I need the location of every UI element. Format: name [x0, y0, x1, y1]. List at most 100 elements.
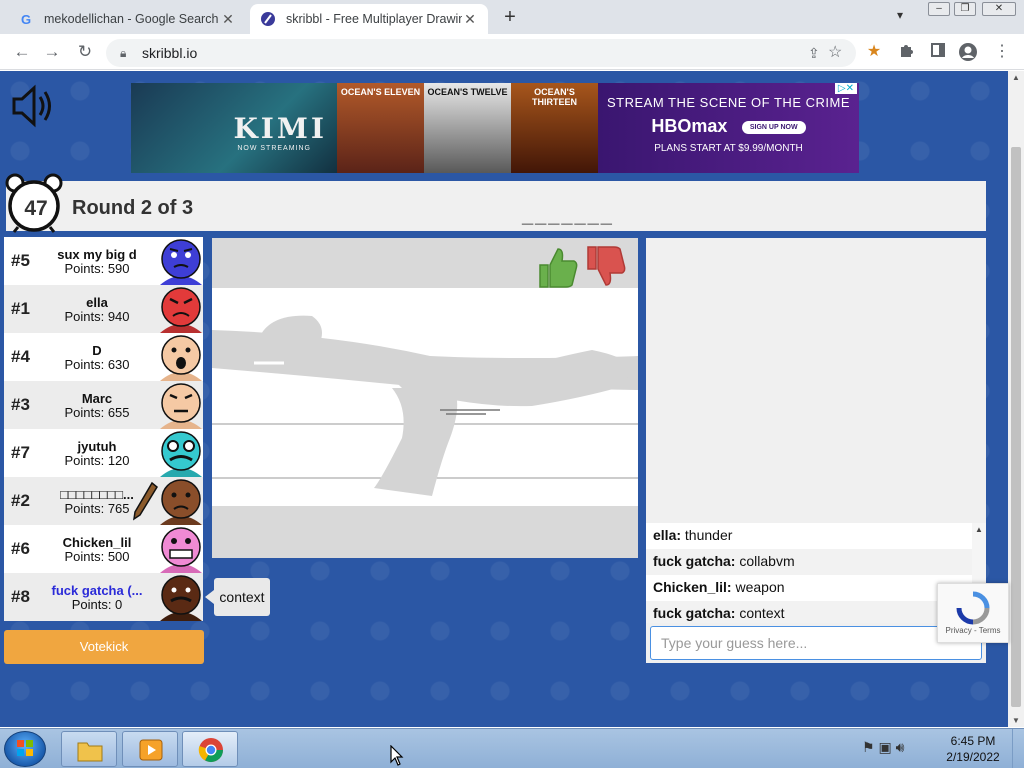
reload-icon[interactable]: ↻ [73, 40, 97, 64]
lock-icon[interactable]: 🔒︎ [120, 39, 126, 67]
chat-text: context [735, 605, 785, 621]
close-tab-icon[interactable]: ✕ [462, 11, 478, 28]
page-scroll-thumb[interactable] [1011, 147, 1021, 707]
volume-icon[interactable]: 🔊︎ [896, 739, 905, 755]
player-points: Points: 630 [64, 357, 130, 372]
player-row[interactable]: #1 ella Points: 940 [4, 285, 203, 333]
close-window-button[interactable]: ✕ [982, 2, 1016, 16]
share-icon[interactable]: ⇪ [808, 39, 820, 67]
recaptcha-icon [956, 591, 990, 625]
ad-signup-button[interactable]: SIGN UP NOW [741, 121, 806, 134]
tab-google-search[interactable]: G mekodellichan - Google Search ✕ [8, 4, 246, 34]
menu-kebab-icon[interactable]: ⋮ [992, 42, 1012, 62]
thumbs-down-icon[interactable] [584, 243, 628, 291]
tab-skribbl[interactable]: skribbl - Free Multiplayer Drawing ✕ [250, 4, 488, 34]
chat-username: fuck gatcha: [653, 553, 736, 569]
taskbar-media-player[interactable] [122, 731, 178, 767]
player-avatar [160, 239, 202, 285]
player-rank: #7 [11, 443, 30, 462]
bookmark-star-icon[interactable]: ☆ [828, 39, 842, 67]
minimize-window-button[interactable]: – [928, 2, 950, 16]
start-button[interactable] [4, 731, 46, 767]
ad-kimi-subtitle: NOW STREAMING [237, 145, 311, 152]
system-tray[interactable]: ⚑ ▣ 🔊︎ [862, 739, 904, 756]
chat-log[interactable]: ella: thunder fuck gatcha: collabvm Chic… [646, 523, 972, 623]
word-hint: _______ [522, 205, 614, 227]
back-icon[interactable]: ← [10, 40, 34, 64]
player-name: Chicken_lil [62, 535, 132, 550]
chat-message: Chicken_lil: weapon [646, 575, 972, 601]
taskbar-date[interactable]: 2/19/2022 [940, 750, 1006, 764]
ad-banner[interactable]: KIMI NOW STREAMING OCEAN'S ELEVEN OCEAN'… [131, 83, 859, 173]
profile-avatar-icon[interactable] [958, 42, 978, 62]
tab-title: mekodellichan - Google Search [44, 12, 219, 26]
player-rank: #1 [11, 299, 30, 318]
ad-kimi-panel: KIMI NOW STREAMING [131, 83, 337, 173]
chat-text: weapon [731, 579, 785, 595]
scroll-down-arrow-icon[interactable]: ▼ [1012, 716, 1020, 725]
player-points: Points: 120 [64, 453, 130, 468]
player-speech-bubble: context [214, 578, 270, 616]
player-row[interactable]: #6 Chicken_lil Points: 500 [4, 525, 203, 573]
new-tab-button[interactable]: + [500, 6, 520, 29]
scroll-up-arrow-icon[interactable]: ▲ [1012, 73, 1020, 82]
player-name: D [92, 343, 102, 358]
player-row[interactable]: #3 Marc Points: 655 [4, 381, 203, 429]
url-text: skribbl.io [142, 45, 198, 61]
chat-message: fuck gatcha: context [646, 601, 972, 623]
chat-text: collabvm [735, 553, 795, 569]
show-desktop-button[interactable] [1012, 729, 1024, 768]
ad-choices-icon[interactable]: ▷✕ [834, 83, 857, 94]
player-name: sux my big d [57, 247, 137, 262]
player-rank: #4 [11, 347, 30, 366]
taskbar-chrome[interactable] [182, 731, 238, 767]
extensions-puzzle-icon[interactable] [896, 42, 916, 62]
player-avatar [160, 287, 202, 333]
player-avatar [160, 479, 202, 525]
sound-icon[interactable] [10, 83, 56, 129]
page-scrollbar[interactable]: ▲ ▼ [1008, 71, 1024, 727]
chrome-icon [198, 738, 223, 763]
forward-icon[interactable]: → [40, 40, 64, 64]
address-bar[interactable]: 🔒︎ skribbl.io ⇪ ☆ [106, 39, 856, 67]
ad-poster: OCEAN'S ELEVEN [337, 83, 424, 173]
guess-input[interactable] [650, 626, 982, 660]
extension-star-icon[interactable]: ★ [864, 42, 884, 62]
player-points: Points: 940 [64, 309, 130, 324]
player-rank: #8 [11, 587, 30, 606]
thumbs-up-icon[interactable] [536, 243, 580, 291]
player-rank: #3 [11, 395, 30, 414]
action-center-flag-icon[interactable]: ⚑ [862, 739, 875, 755]
round-indicator: Round 2 of 3 [72, 197, 194, 219]
folder-icon [77, 742, 103, 762]
side-panel-icon[interactable] [928, 42, 948, 62]
taskbar-explorer[interactable] [61, 731, 117, 767]
player-name: jyutuh [77, 439, 117, 454]
windows-taskbar: ⚑ ▣ 🔊︎ 6:45 PM 2/19/2022 [0, 728, 1024, 768]
timer-value: 47 [24, 197, 48, 220]
drawing-pencil-icon [133, 481, 158, 521]
votekick-button[interactable]: Votekick [4, 630, 204, 664]
tab-title: skribbl - Free Multiplayer Drawing [286, 12, 462, 26]
player-rank: #5 [11, 251, 30, 270]
player-points: Points: 655 [64, 405, 130, 420]
scroll-up-arrow-icon[interactable]: ▲ [975, 525, 983, 534]
player-row[interactable]: #7 jyutuh Points: 120 [4, 429, 203, 477]
player-row-current-user[interactable]: #8 fuck gatcha (... Points: 0 [4, 573, 203, 621]
close-tab-icon[interactable]: ✕ [220, 11, 236, 28]
chat-panel: ella: thunder fuck gatcha: collabvm Chic… [646, 238, 986, 663]
player-row[interactable]: #4 D Points: 630 [4, 333, 203, 381]
tab-search-icon[interactable]: ▾ [897, 8, 903, 22]
chat-message: fuck gatcha: collabvm [646, 549, 972, 575]
player-list: #5 sux my big d Points: 590 #1 ella Poin… [4, 237, 203, 621]
network-icon[interactable]: ▣ [878, 739, 891, 755]
page-viewport: KIMI NOW STREAMING OCEAN'S ELEVEN OCEAN'… [0, 71, 1008, 727]
maximize-window-button[interactable]: ❐ [954, 2, 976, 16]
recaptcha-links[interactable]: Privacy - Terms [938, 626, 1008, 635]
recaptcha-badge[interactable]: Privacy - Terms [937, 583, 1009, 643]
player-row[interactable]: #2 □□□□□□□□... Points: 765 [4, 477, 203, 525]
google-g-icon: G [20, 11, 32, 27]
taskbar-time[interactable]: 6:45 PM [940, 734, 1006, 748]
player-row[interactable]: #5 sux my big d Points: 590 [4, 237, 203, 285]
player-rank: #2 [11, 491, 30, 510]
